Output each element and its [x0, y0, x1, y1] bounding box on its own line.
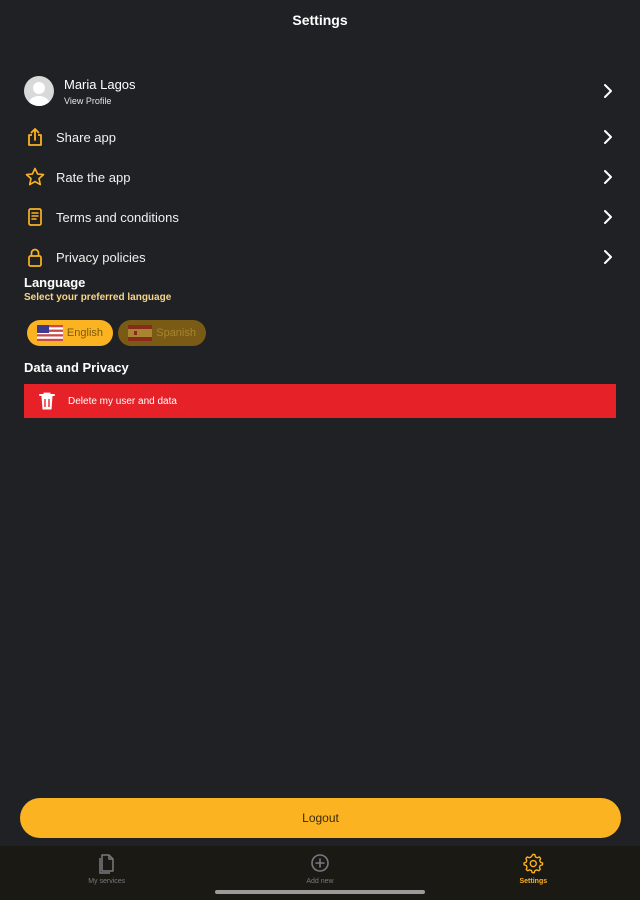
us-flag-icon [37, 325, 63, 341]
language-english-label: English [66, 327, 103, 339]
menu-item-privacy[interactable]: Privacy policies [24, 239, 616, 275]
settings-screen: Settings Maria Lagos View Profile Share … [0, 0, 640, 900]
logout-button[interactable]: Logout [20, 798, 621, 838]
share-icon [24, 126, 46, 148]
menu-item-label: Rate the app [56, 169, 131, 185]
profile-name: Maria Lagos [64, 76, 136, 92]
language-spanish-button[interactable]: Spanish [118, 320, 206, 346]
documents-icon [96, 852, 118, 874]
star-icon [24, 166, 46, 188]
plus-circle-icon [309, 852, 331, 874]
home-indicator [215, 890, 425, 894]
chevron-right-icon [600, 169, 616, 185]
language-english-button[interactable]: English [27, 320, 113, 346]
spain-flag-icon [128, 325, 153, 341]
menu-item-terms[interactable]: Terms and conditions [24, 199, 616, 235]
lock-icon [24, 246, 46, 268]
chevron-right-icon [600, 249, 616, 265]
menu-item-label: Terms and conditions [56, 209, 179, 225]
avatar [24, 76, 54, 106]
tab-label: Add new [306, 878, 334, 885]
trash-icon [36, 390, 58, 412]
menu-item-rate-app[interactable]: Rate the app [24, 159, 616, 195]
tab-label: My services [88, 878, 126, 885]
chevron-right-icon [600, 209, 616, 225]
delete-account-label: Delete my user and data [68, 395, 177, 407]
menu-item-label: Privacy policies [56, 249, 146, 265]
data-privacy-title: Data and Privacy [24, 360, 129, 375]
menu-item-share-app[interactable]: Share app [24, 119, 616, 155]
chevron-right-icon [600, 129, 616, 145]
language-spanish-label: Spanish [156, 327, 196, 339]
language-subtitle: Select your preferred language [24, 292, 172, 303]
chevron-right-icon [600, 83, 616, 99]
page-title: Settings [292, 12, 348, 28]
tab-settings[interactable]: Settings [427, 846, 640, 900]
tab-label: Settings [519, 878, 548, 885]
view-profile-label: View Profile [64, 95, 112, 106]
language-title: Language [24, 275, 86, 290]
menu-item-label: Share app [56, 129, 116, 145]
delete-account-button[interactable]: Delete my user and data [24, 384, 616, 418]
document-icon [24, 206, 46, 228]
gear-icon [522, 852, 544, 874]
profile-row[interactable]: Maria Lagos View Profile [24, 72, 616, 110]
tab-my-services[interactable]: My services [0, 846, 213, 900]
